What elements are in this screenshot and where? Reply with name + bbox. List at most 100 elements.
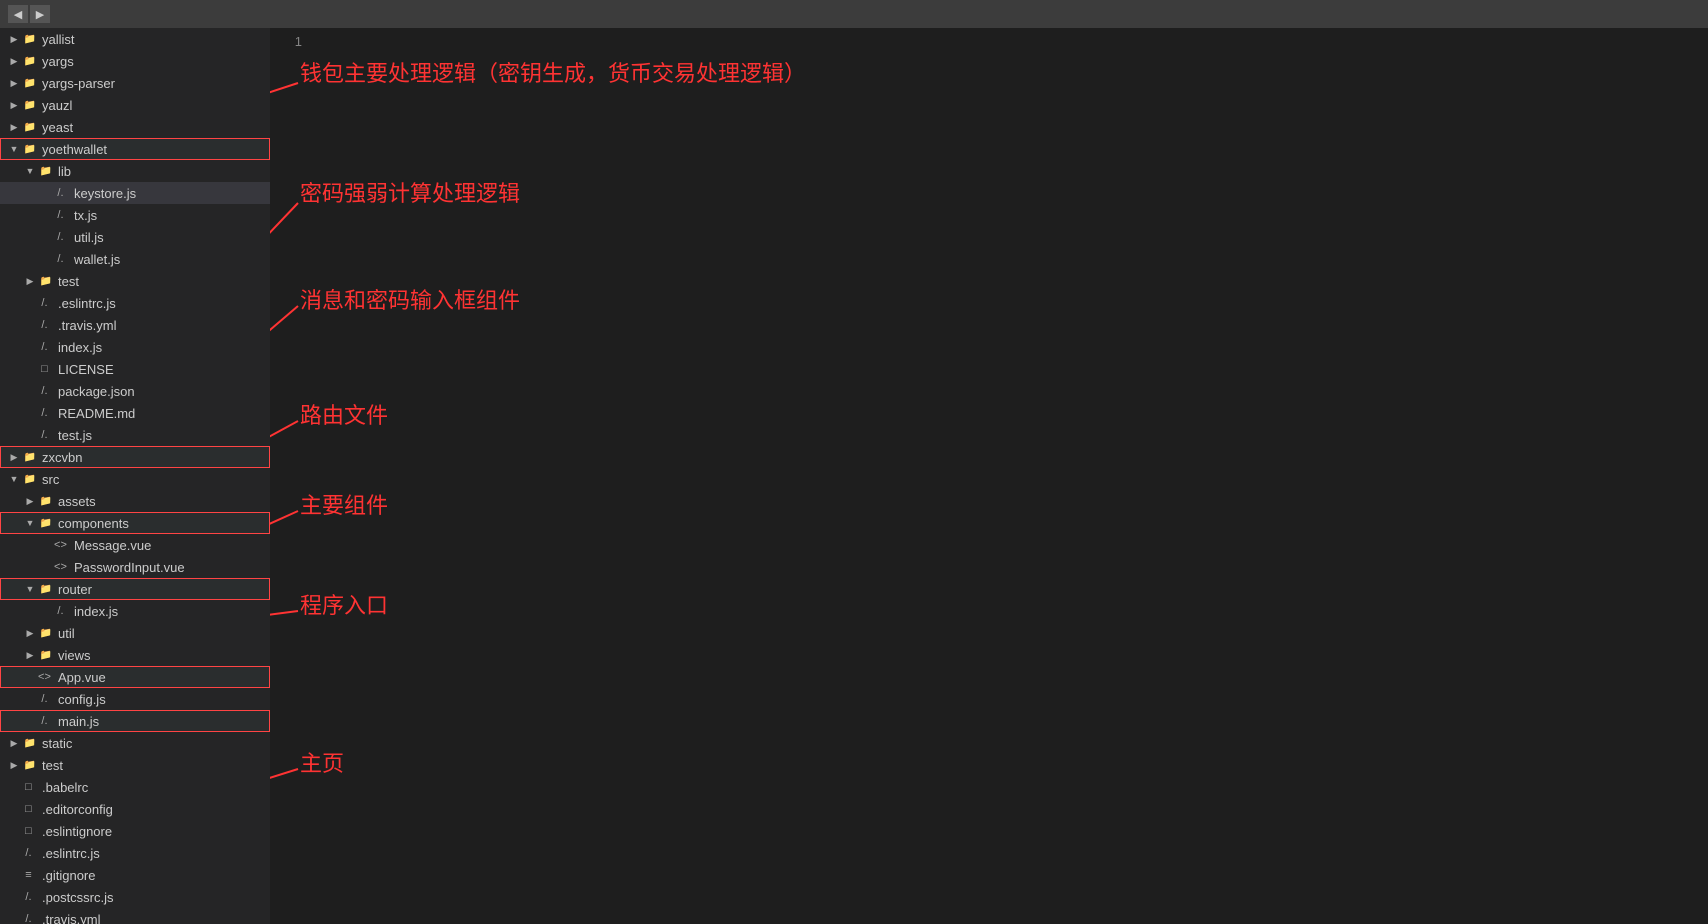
sidebar-item-package-json[interactable]: ▶ /. package.json — [0, 380, 270, 402]
back-button[interactable]: ◀ — [8, 5, 28, 23]
sidebar-item-label: util.js — [74, 230, 104, 245]
sidebar-item-editorconfig[interactable]: ▶ □ .editorconfig — [0, 798, 270, 820]
sidebar-item-travis-yml-root[interactable]: ▶ /. .travis.yml — [0, 908, 270, 924]
arrow-icon: ▼ — [24, 517, 36, 529]
sidebar-item-message-vue[interactable]: ▶ <> Message.vue — [0, 534, 270, 556]
folder-icon: 📁 — [38, 625, 54, 641]
annotations-overlay: 钱包主要处理逻辑（密钥生成，货币交易处理逻辑） 密码强弱计算处理逻辑 消息和密码… — [270, 28, 1708, 924]
folder-icon: 📁 — [22, 471, 38, 487]
sidebar-item-label: .postcssrc.js — [42, 890, 114, 905]
sidebar-item-label: index.js — [74, 604, 118, 619]
file-icon: □ — [22, 823, 38, 839]
js-file-icon: /. — [38, 339, 54, 355]
folder-icon: 📁 — [22, 53, 38, 69]
arrow-icon: ▼ — [24, 165, 36, 177]
sidebar-item-label: components — [58, 516, 129, 531]
arrow-icon: ▶ — [24, 495, 36, 507]
folder-icon: 📁 — [22, 735, 38, 751]
sidebar-item-router[interactable]: ▼ 📁 router — [0, 578, 270, 600]
arrow-icon: ▶ — [8, 121, 20, 133]
js-file-icon: /. — [38, 691, 54, 707]
sidebar-item-label: wallet.js — [74, 252, 120, 267]
sidebar-item-util-js[interactable]: ▶ /. util.js — [0, 226, 270, 248]
sidebar-item-readme-md[interactable]: ▶ /. README.md — [0, 402, 270, 424]
sidebar-item-label: .eslintrc.js — [42, 846, 100, 861]
sidebar-item-main-js[interactable]: ▶ /. main.js — [0, 710, 270, 732]
arrow-icon: ▶ — [8, 737, 20, 749]
arrow-icon: ▶ — [8, 99, 20, 111]
arrow-icon: ▶ — [8, 55, 20, 67]
js-file-icon: /. — [54, 207, 70, 223]
folder-icon: 📁 — [22, 97, 38, 113]
sidebar-item-util[interactable]: ▶ 📁 util — [0, 622, 270, 644]
arrow-icon: ▼ — [8, 143, 20, 155]
sidebar-item-license[interactable]: ▶ □ LICENSE — [0, 358, 270, 380]
sidebar-item-router-index-js[interactable]: ▶ /. index.js — [0, 600, 270, 622]
sidebar-item-zxcvbn[interactable]: ▶ 📁 zxcvbn — [0, 446, 270, 468]
js-file-icon: /. — [22, 889, 38, 905]
sidebar-item-views[interactable]: ▶ 📁 views — [0, 644, 270, 666]
folder-icon: 📁 — [22, 757, 38, 773]
sidebar-item-label: src — [42, 472, 59, 487]
sidebar-item-label: .editorconfig — [42, 802, 113, 817]
folder-icon: 📁 — [38, 581, 54, 597]
sidebar-item-label: .gitignore — [42, 868, 95, 883]
sidebar-item-label: .eslintrc.js — [58, 296, 116, 311]
sidebar-item-babelrc[interactable]: ▶ □ .babelrc — [0, 776, 270, 798]
sidebar-item-label: yargs-parser — [42, 76, 115, 91]
arrow-icon: ▼ — [24, 583, 36, 595]
sidebar-item-label: tx.js — [74, 208, 97, 223]
sidebar-item-label: .travis.yml — [58, 318, 117, 333]
line-numbers: 1 — [270, 28, 310, 51]
sidebar-item-postcssrc-js[interactable]: ▶ /. .postcssrc.js — [0, 886, 270, 908]
sidebar-item-wallet-js[interactable]: ▶ /. wallet.js — [0, 248, 270, 270]
sidebar-item-yallist[interactable]: ▶ 📁 yallist — [0, 28, 270, 50]
sidebar-item-label: .babelrc — [42, 780, 88, 795]
sidebar-item-components[interactable]: ▼ 📁 components — [0, 512, 270, 534]
sidebar-item-tx-js[interactable]: ▶ /. tx.js — [0, 204, 270, 226]
json-file-icon: /. — [38, 383, 54, 399]
sidebar-item-test-yoeth[interactable]: ▶ 📁 test — [0, 270, 270, 292]
sidebar-item-yoethwallet[interactable]: ▼ 📁 yoethwallet — [0, 138, 270, 160]
sidebar-item-yargs-parser[interactable]: ▶ 📁 yargs-parser — [0, 72, 270, 94]
sidebar-item-eslintrc-js-root[interactable]: ▶ /. .eslintrc.js — [0, 842, 270, 864]
toolbar-nav: ◀ ▶ — [8, 5, 50, 23]
sidebar-item-index-js-yoeth[interactable]: ▶ /. index.js — [0, 336, 270, 358]
sidebar-item-assets[interactable]: ▶ 📁 assets — [0, 490, 270, 512]
sidebar-item-label: package.json — [58, 384, 135, 399]
js-file-icon: /. — [54, 603, 70, 619]
sidebar-item-travis-yml[interactable]: ▶ /. .travis.yml — [0, 314, 270, 336]
editor-panel: 1 钱包主要处理逻辑（密钥生成，货币交易处理逻辑） 密码强弱计算处理逻辑 消息和… — [270, 28, 1708, 924]
sidebar-item-yargs[interactable]: ▶ 📁 yargs — [0, 50, 270, 72]
sidebar-item-label: test — [42, 758, 63, 773]
sidebar-item-passwordinput-vue[interactable]: ▶ <> PasswordInput.vue — [0, 556, 270, 578]
sidebar-item-gitignore[interactable]: ▶ ≡ .gitignore — [0, 864, 270, 886]
sidebar-item-label: test — [58, 274, 79, 289]
sidebar-item-src[interactable]: ▼ 📁 src — [0, 468, 270, 490]
sidebar-item-static[interactable]: ▶ 📁 static — [0, 732, 270, 754]
sidebar-item-config-js[interactable]: ▶ /. config.js — [0, 688, 270, 710]
sidebar-item-keystore-js[interactable]: ▶ /. keystore.js — [0, 182, 270, 204]
sidebar-item-lib[interactable]: ▼ 📁 lib — [0, 160, 270, 182]
sidebar-item-test-root[interactable]: ▶ 📁 test — [0, 754, 270, 776]
sidebar-item-label: README.md — [58, 406, 135, 421]
sidebar-item-label: zxcvbn — [42, 450, 82, 465]
vue-file-icon: <> — [38, 669, 54, 685]
sidebar-item-eslintrc-js[interactable]: ▶ /. .eslintrc.js — [0, 292, 270, 314]
sidebar-item-eslintignore[interactable]: ▶ □ .eslintignore — [0, 820, 270, 842]
annotation-text-6: 程序入口 — [300, 588, 388, 620]
sidebar-item-yauzl[interactable]: ▶ 📁 yauzl — [0, 94, 270, 116]
main-container: ▶ 📁 yallist ▶ 📁 yargs ▶ 📁 yargs-parser ▶… — [0, 28, 1708, 924]
sidebar-item-label: main.js — [58, 714, 99, 729]
folder-icon: 📁 — [22, 119, 38, 135]
file-icon: □ — [22, 801, 38, 817]
file-icon: □ — [22, 779, 38, 795]
sidebar-item-yeast[interactable]: ▶ 📁 yeast — [0, 116, 270, 138]
sidebar-item-label: static — [42, 736, 72, 751]
line-number: 1 — [270, 32, 302, 51]
sidebar-item-app-vue[interactable]: ▶ <> App.vue — [0, 666, 270, 688]
forward-button[interactable]: ▶ — [30, 5, 50, 23]
folder-icon: 📁 — [38, 647, 54, 663]
sidebar-item-test-js[interactable]: ▶ /. test.js — [0, 424, 270, 446]
arrow-icon: ▶ — [24, 627, 36, 639]
